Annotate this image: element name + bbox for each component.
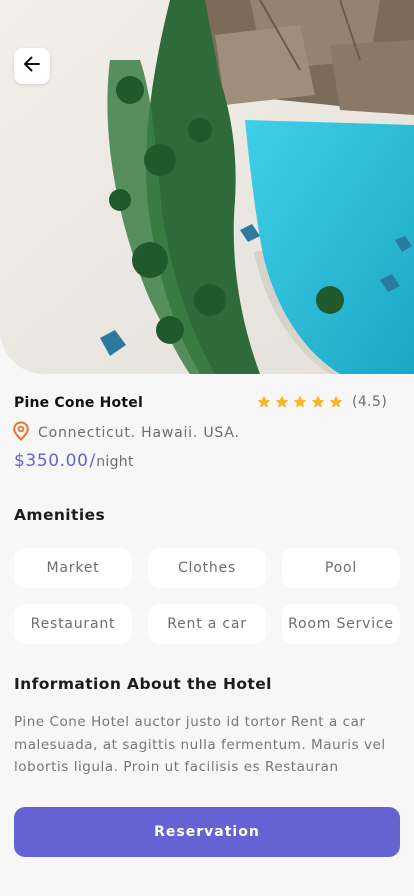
hotel-hero-image bbox=[0, 0, 414, 374]
rating-text: (4.5) bbox=[352, 394, 388, 410]
amenity-chip[interactable]: Pool bbox=[282, 548, 400, 588]
price-unit: night bbox=[96, 454, 134, 470]
amenity-chip[interactable]: Restaurant bbox=[14, 604, 132, 644]
reservation-button[interactable]: Reservation bbox=[14, 807, 400, 857]
star-icon bbox=[310, 394, 326, 410]
arrow-left-icon bbox=[22, 54, 42, 78]
hotel-description: Pine Cone Hotel auctor justo id tortor R… bbox=[14, 714, 386, 775]
star-icon bbox=[274, 394, 290, 410]
hotel-name: Pine Cone Hotel bbox=[14, 395, 143, 411]
back-button[interactable] bbox=[14, 48, 50, 84]
amenities-list: Market Clothes Pool Restaurant Rent a ca… bbox=[14, 548, 400, 644]
amenity-chip[interactable]: Market bbox=[14, 548, 132, 588]
star-icon bbox=[292, 394, 308, 410]
amenity-chip[interactable]: Rent a car bbox=[148, 604, 266, 644]
price-separator: / bbox=[89, 451, 96, 471]
star-icon bbox=[328, 394, 344, 410]
rating: (4.5) bbox=[256, 394, 387, 410]
price-value: $350.00 bbox=[14, 451, 89, 471]
star-icon bbox=[256, 394, 272, 410]
amenity-chip[interactable]: Clothes bbox=[148, 548, 266, 588]
amenity-chip[interactable]: Room Service bbox=[282, 604, 400, 644]
amenities-heading: Amenities bbox=[14, 506, 106, 524]
location-pin-icon bbox=[12, 421, 30, 445]
price: $350.00 / night bbox=[14, 451, 134, 471]
hotel-location: Connecticut. Hawaii. USA. bbox=[12, 421, 240, 445]
info-heading: Information About the Hotel bbox=[14, 675, 272, 693]
location-text: Connecticut. Hawaii. USA. bbox=[38, 425, 240, 441]
